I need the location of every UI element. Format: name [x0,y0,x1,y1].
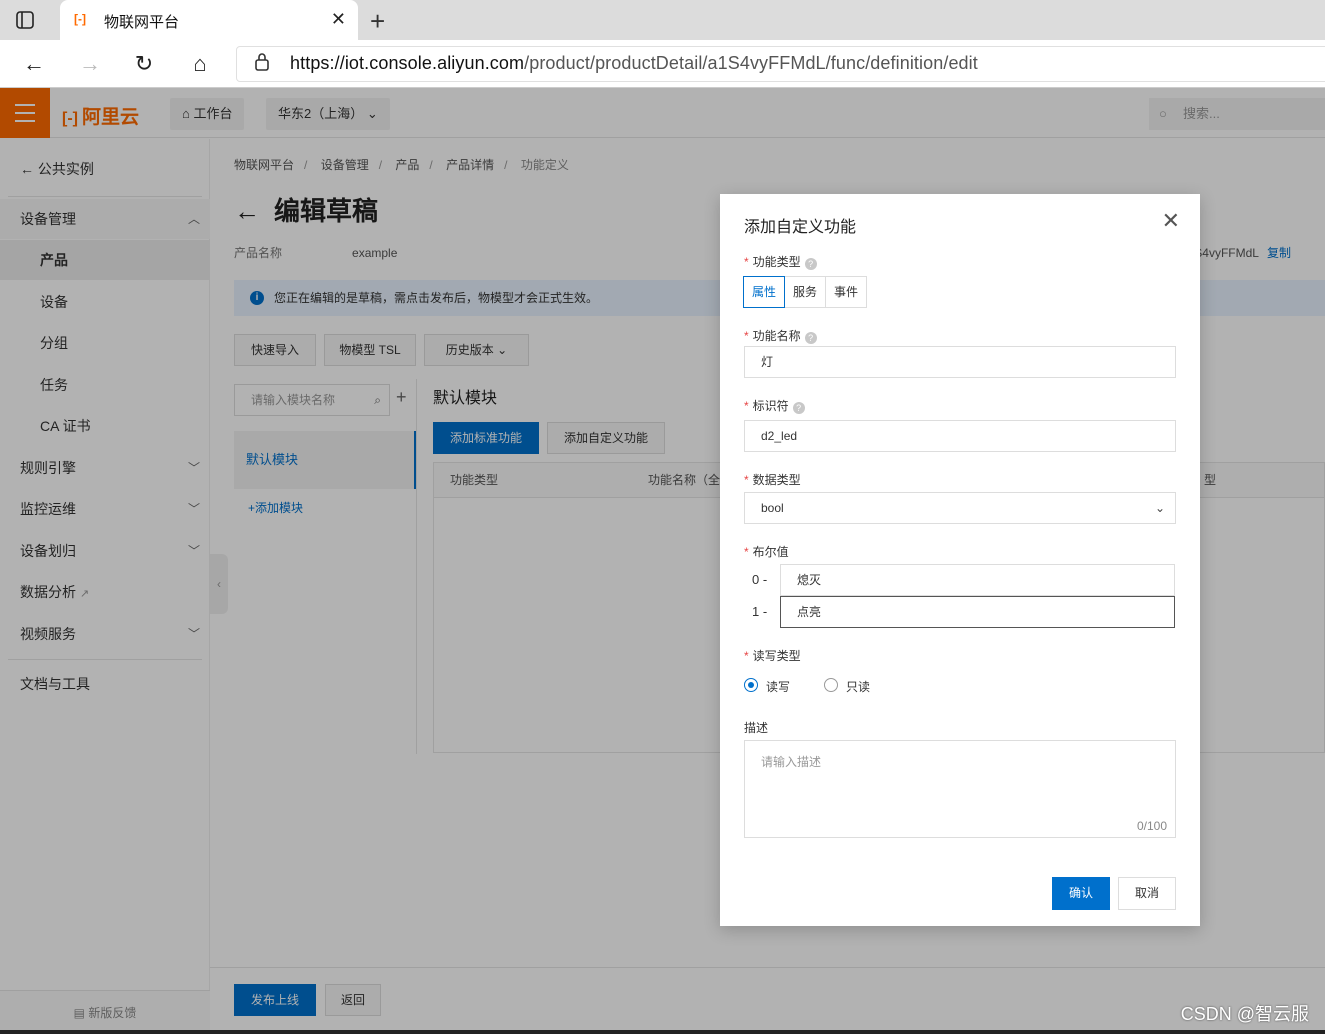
add-custom-function-dialog: 添加自定义功能 ✕ * 功能类型? 属性 服务 事件 * 功能名称? 灯 * 标识符?… [720,194,1200,926]
rw-type-label: * 读写类型 [744,649,801,663]
bool-1-index: 1 - [752,604,768,619]
reload-icon[interactable]: ↻ [130,50,158,78]
tab-title: 物联网平台 [104,14,180,31]
home-icon[interactable]: ⌂ [186,50,214,78]
func-type-service[interactable]: 服务 [784,276,827,308]
bool-1-input[interactable]: 点亮 [780,596,1175,628]
identifier-label: * 标识符? [744,397,805,414]
bool-0-input[interactable]: 熄灭 [780,564,1175,596]
bool-label: * 布尔值 [744,545,789,559]
new-tab-icon[interactable]: + [370,6,385,37]
dialog-title: 添加自定义功能 [744,219,857,236]
data-type-label: * 数据类型 [744,473,801,487]
forward-arrow-icon[interactable]: → [76,50,104,78]
help-icon: ? [804,258,817,270]
func-name-label: * 功能名称? [744,327,817,344]
help-icon: ? [792,402,805,414]
confirm-button[interactable]: 确认 [1052,877,1110,910]
char-counter: 0/100 [1136,819,1167,833]
taskbar-strip [0,1030,1325,1034]
func-type-segment: 属性 服务 事件 [743,276,868,308]
bool-0-index: 0 - [752,572,768,587]
radio-unchecked-icon [824,678,838,692]
back-arrow-icon[interactable]: ← [20,50,48,78]
lock-icon [254,52,270,72]
tab-actions-icon[interactable] [14,9,36,31]
description-textarea[interactable]: 请输入描述 0/100 [744,740,1176,838]
url-text[interactable]: https://iot.console.aliyun.com/product/p… [290,53,978,74]
func-type-label: * 功能类型? [744,253,817,270]
radio-checked-icon [744,678,758,692]
help-icon: ? [804,332,817,344]
data-type-select[interactable]: bool ⌄ [744,492,1176,524]
browser-tab-bar: [-] 物联网平台 ✕ + [0,0,1325,40]
close-icon[interactable]: ✕ [1162,210,1180,232]
func-type-event[interactable]: 事件 [825,276,868,308]
chevron-down-icon: ⌄ [1154,501,1165,515]
identifier-input[interactable]: d2_led [744,420,1176,452]
desc-label: 描述 [744,721,769,735]
cancel-button[interactable]: 取消 [1118,877,1176,910]
func-type-property[interactable]: 属性 [743,276,786,308]
watermark: CSDN @智云服 [1180,1004,1309,1024]
browser-tab[interactable]: [-] 物联网平台 ✕ [60,0,358,40]
aliyun-favicon-icon: [-] [74,12,86,26]
close-tab-icon[interactable]: ✕ [331,9,346,30]
func-name-input[interactable]: 灯 [744,346,1176,378]
